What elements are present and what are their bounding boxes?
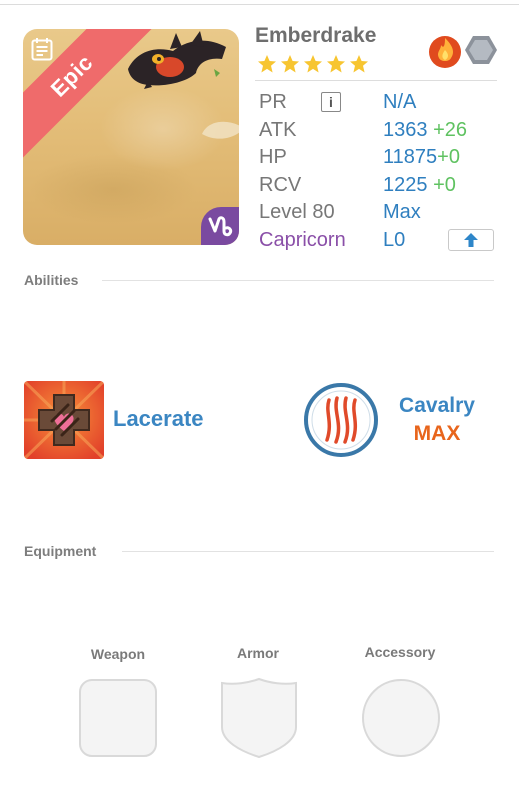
- active-ability-name[interactable]: Lacerate: [113, 406, 204, 432]
- stat-row-level: Level 80 Max: [259, 199, 499, 227]
- hp-value: 11875: [383, 146, 438, 168]
- pr-value: N/A: [383, 91, 417, 113]
- metal-element-icon: [465, 36, 497, 64]
- stats-table: PR i N/A ATK 1363 +26 HP 11875+0 RCV 122…: [259, 89, 499, 254]
- sign-label: Capricorn: [259, 228, 346, 251]
- star-rating: [257, 54, 369, 74]
- pr-label: PR: [259, 91, 287, 113]
- rcv-value: 1225: [383, 173, 428, 196]
- weapon-slot[interactable]: [78, 678, 158, 758]
- level-label: Level 80: [259, 201, 335, 223]
- lacerate-icon[interactable]: [24, 381, 104, 459]
- rcv-label: RCV: [259, 173, 302, 196]
- stat-row-hp: HP 11875+0: [259, 144, 499, 172]
- abilities-heading: Abilities: [24, 272, 79, 288]
- stat-row-sign: Capricorn L0: [259, 227, 499, 255]
- sign-level: L0: [383, 228, 406, 251]
- accessory-slot-label: Accessory: [364, 644, 436, 660]
- level-value: Max: [383, 201, 421, 223]
- star-icon: [350, 55, 368, 73]
- fire-element-icon: [429, 36, 461, 68]
- hp-label: HP: [259, 146, 287, 168]
- claw-marks-icon[interactable]: [303, 382, 379, 458]
- monster-portrait[interactable]: Epic: [23, 29, 239, 245]
- info-icon[interactable]: i: [321, 92, 341, 112]
- stat-row-atk: ATK 1363 +26: [259, 117, 499, 145]
- leader-ability-level: MAX: [413, 422, 461, 445]
- equipment-heading: Equipment: [24, 543, 97, 559]
- star-icon: [327, 55, 345, 73]
- name-divider: [255, 80, 497, 81]
- accessory-slot[interactable]: [360, 677, 442, 759]
- arrow-up-icon: [464, 232, 478, 247]
- top-divider: [0, 4, 519, 5]
- hp-value-group: 11875+0: [383, 144, 460, 171]
- stat-row-rcv: RCV 1225 +0: [259, 172, 499, 200]
- atk-bonus: +26: [433, 118, 467, 141]
- weapon-slot-label: Weapon: [90, 646, 146, 662]
- atk-value: 1363: [383, 118, 428, 141]
- capricorn-sign-icon: [201, 207, 239, 245]
- atk-value-group: 1363 +26: [383, 117, 467, 144]
- star-icon: [258, 55, 276, 73]
- armor-slot-label: Armor: [236, 645, 279, 661]
- star-icon: [281, 55, 299, 73]
- armor-slot[interactable]: [220, 677, 298, 759]
- star-icon: [304, 55, 322, 73]
- monster-name: Emberdrake: [255, 24, 377, 47]
- stat-row-pr: PR i N/A: [259, 89, 499, 117]
- bone-decoration: [202, 121, 239, 139]
- rarity-label: Epic: [45, 49, 98, 102]
- leader-ability-name[interactable]: Cavalry: [393, 394, 481, 418]
- abilities-divider: [102, 280, 494, 281]
- rcv-bonus: +0: [433, 173, 456, 196]
- equipment-divider: [122, 551, 494, 552]
- element-icons: [429, 36, 497, 68]
- atk-label: ATK: [259, 118, 297, 141]
- notes-icon[interactable]: [31, 37, 53, 61]
- upgrade-button[interactable]: [448, 228, 494, 251]
- hp-bonus: +0: [437, 146, 460, 168]
- rcv-value-group: 1225 +0: [383, 172, 456, 199]
